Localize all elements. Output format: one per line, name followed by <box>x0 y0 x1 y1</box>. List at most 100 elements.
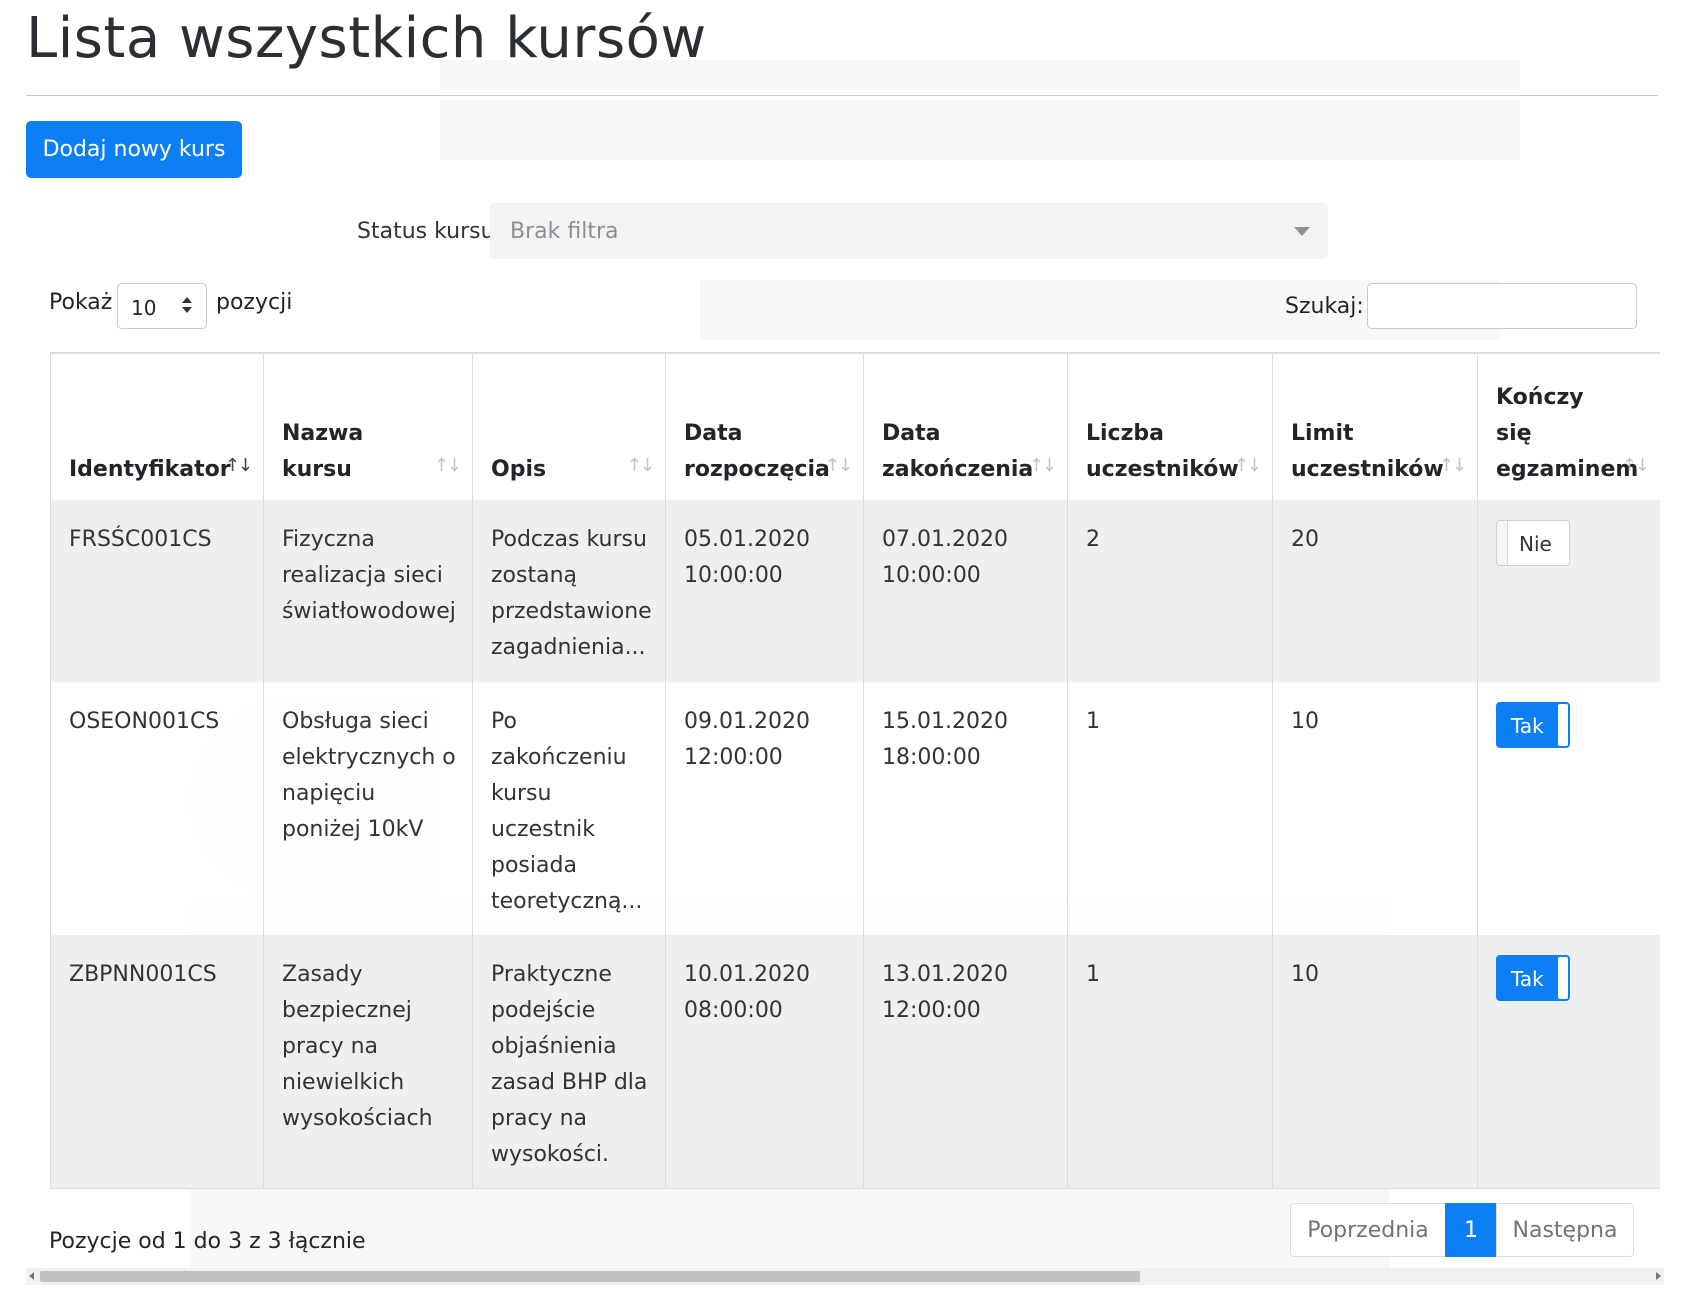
cell-text: Fizyczna realizacja sieci światłowodowej <box>282 527 456 624</box>
cell-text: 09.01.2020 12:00:00 <box>684 709 810 770</box>
cell-text: Podczas kursu zostaną przedstawione zaga… <box>491 527 652 660</box>
column-header-label: Kończy się egzaminem <box>1496 385 1639 482</box>
search-input[interactable] <box>1367 283 1637 329</box>
cell-end-date: 13.01.2020 12:00:00 <box>863 935 1067 1188</box>
scroll-right-icon[interactable] <box>1656 1272 1661 1280</box>
cell-text: Obsługa sieci elektrycznych o napięciu p… <box>282 709 456 842</box>
page-length-suffix: pozycji <box>216 290 293 315</box>
previous-page-button[interactable]: Poprzednia <box>1290 1203 1446 1257</box>
cell-description: Po zakończeniu kursu uczestnik posiada t… <box>472 682 665 935</box>
sort-icon: ↑↓ <box>626 455 655 476</box>
exam-toggle[interactable]: Tak <box>1496 702 1570 748</box>
column-header-end-date[interactable]: Data zakończenia ↑↓ <box>863 354 1067 502</box>
sort-icon: ↑↓ <box>433 455 462 476</box>
column-header-identifier[interactable]: Identyfikator ↑↓ <box>50 354 263 502</box>
chevron-down-icon <box>1294 227 1310 236</box>
cell-limit: 10 <box>1272 935 1477 1188</box>
toggle-label: Nie <box>1519 532 1552 556</box>
sort-icon: ↑↓ <box>824 455 853 476</box>
toggle-knob <box>1558 957 1568 999</box>
column-header-exam[interactable]: Kończy się egzaminem ↑↓ <box>1477 354 1660 502</box>
page-title: Lista wszystkich kursów <box>26 6 707 71</box>
cell-description: Praktyczne podejście objaśnienia zasad B… <box>472 935 665 1188</box>
cell-text: 2 <box>1086 527 1100 552</box>
column-header-participants[interactable]: Liczba uczestników ↑↓ <box>1067 354 1272 502</box>
cell-name: Fizyczna realizacja sieci światłowodowej <box>263 500 472 682</box>
column-header-name[interactable]: Nazwa kursu ↑↓ <box>263 354 472 502</box>
column-header-limit[interactable]: Limit uczestników ↑↓ <box>1272 354 1477 502</box>
cell-name: Zasady bezpiecznej pracy na niewielkich … <box>263 935 472 1188</box>
cell-text: 10.01.2020 08:00:00 <box>684 962 810 1023</box>
table-row[interactable]: ZBPNN001CS Zasady bezpiecznej pracy na n… <box>50 935 1660 1189</box>
column-header-start-date[interactable]: Data rozpoczęcia ↑↓ <box>665 354 863 502</box>
cell-end-date: 07.01.2020 10:00:00 <box>863 500 1067 682</box>
column-header-label: Nazwa kursu <box>282 421 364 482</box>
cell-text: 10 <box>1291 709 1319 734</box>
cell-limit: 10 <box>1272 682 1477 935</box>
sort-asc-icon: ↑↓ <box>224 455 253 476</box>
status-filter-value: Brak filtra <box>510 219 619 244</box>
page-length-label: Pokaż <box>49 290 113 315</box>
cell-text: 05.01.2020 10:00:00 <box>684 527 810 588</box>
horizontal-scrollbar[interactable] <box>26 1268 1664 1285</box>
cell-start-date: 10.01.2020 08:00:00 <box>665 935 863 1188</box>
cell-exam: Nie <box>1477 500 1660 682</box>
toggle-knob <box>1558 704 1568 746</box>
cell-text: 13.01.2020 12:00:00 <box>882 962 1008 1023</box>
cell-text: ZBPNN001CS <box>69 962 217 987</box>
cell-text: OSEON001CS <box>69 709 220 734</box>
page-length-value: 10 <box>131 296 157 320</box>
column-header-label: Data zakończenia <box>882 421 1034 482</box>
cell-end-date: 15.01.2020 18:00:00 <box>863 682 1067 935</box>
sort-icon: ↑↓ <box>1438 455 1467 476</box>
toggle-label: Tak <box>1511 967 1544 991</box>
cell-exam: Tak <box>1477 682 1660 935</box>
table-header-row: Identyfikator ↑↓ Nazwa kursu ↑↓ Opis ↑↓ … <box>50 352 1660 505</box>
cell-text: 15.01.2020 18:00:00 <box>882 709 1008 770</box>
sort-icon: ↑↓ <box>1028 455 1057 476</box>
exam-toggle[interactable]: Tak <box>1496 955 1570 1001</box>
cell-identifier: FRSŚC001CS <box>50 500 263 682</box>
cell-participants: 1 <box>1067 935 1272 1188</box>
cell-start-date: 05.01.2020 10:00:00 <box>665 500 863 682</box>
cell-text: FRSŚC001CS <box>69 527 212 552</box>
cell-text: 07.01.2020 10:00:00 <box>882 527 1008 588</box>
cell-text: Po zakończeniu kursu uczestnik posiada t… <box>491 709 643 914</box>
status-filter-select[interactable]: Brak filtra <box>490 203 1328 259</box>
exam-toggle[interactable]: Nie <box>1496 520 1570 566</box>
next-page-button[interactable]: Następna <box>1496 1203 1634 1257</box>
scrollbar-thumb[interactable] <box>40 1271 1140 1282</box>
select-arrows-icon <box>182 294 192 318</box>
table-info: Pozycje od 1 do 3 z 3 łącznie <box>49 1229 366 1254</box>
cell-identifier: ZBPNN001CS <box>50 935 263 1188</box>
cell-participants: 2 <box>1067 500 1272 682</box>
cell-exam: Tak <box>1477 935 1660 1188</box>
cell-description: Podczas kursu zostaną przedstawione zaga… <box>472 500 665 682</box>
scroll-left-icon[interactable] <box>29 1272 34 1280</box>
cell-text: 1 <box>1086 709 1100 734</box>
status-filter-label: Status kursu: <box>357 219 502 244</box>
page-1-button[interactable]: 1 <box>1445 1203 1497 1257</box>
search-label: Szukaj: <box>1285 294 1364 319</box>
cell-name: Obsługa sieci elektrycznych o napięciu p… <box>263 682 472 935</box>
table-row[interactable]: FRSŚC001CS Fizyczna realizacja sieci świ… <box>50 500 1660 683</box>
column-header-label: Identyfikator <box>69 457 231 482</box>
sort-icon: ↑↓ <box>1233 455 1262 476</box>
column-header-label: Liczba uczestników <box>1086 421 1239 482</box>
cell-text: Zasady bezpiecznej pracy na niewielkich … <box>282 962 433 1131</box>
title-divider <box>26 95 1658 96</box>
toggle-label: Tak <box>1511 714 1544 738</box>
column-header-label: Data rozpoczęcia <box>684 421 830 482</box>
toggle-knob <box>1497 521 1508 565</box>
cell-participants: 1 <box>1067 682 1272 935</box>
column-header-description[interactable]: Opis ↑↓ <box>472 354 665 502</box>
cell-text: Praktyczne podejście objaśnienia zasad B… <box>491 962 648 1167</box>
watermark-band <box>440 100 1520 160</box>
table-row[interactable]: OSEON001CS Obsługa sieci elektrycznych o… <box>50 682 1660 936</box>
page-length-select[interactable]: 10 <box>117 283 207 329</box>
column-header-label: Limit uczestników <box>1291 421 1444 482</box>
cell-start-date: 09.01.2020 12:00:00 <box>665 682 863 935</box>
cell-identifier: OSEON001CS <box>50 682 263 935</box>
cell-limit: 20 <box>1272 500 1477 682</box>
add-course-button[interactable]: Dodaj nowy kurs <box>26 121 242 178</box>
